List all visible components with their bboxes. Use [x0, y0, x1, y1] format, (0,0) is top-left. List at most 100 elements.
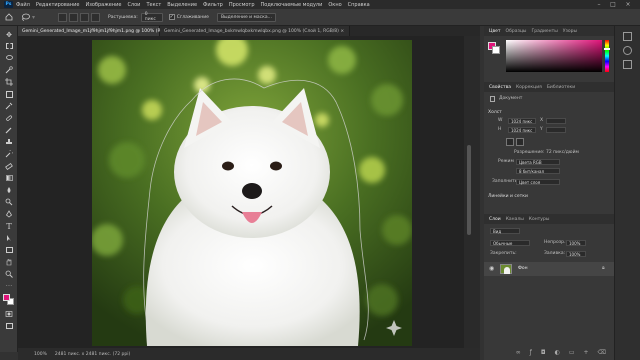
menu-edit[interactable]: Редактирование: [36, 2, 80, 8]
crop-tool-icon[interactable]: [4, 77, 14, 87]
history-panel-icon[interactable]: [623, 32, 632, 41]
tab-properties[interactable]: Свойства: [489, 85, 511, 90]
lasso-tool-icon[interactable]: [4, 53, 14, 63]
fill-opacity-input[interactable]: 100%: [566, 251, 586, 257]
x-label: X: [540, 118, 544, 123]
menu-view[interactable]: Просмотр: [229, 2, 255, 8]
menu-window[interactable]: Окно: [328, 2, 341, 8]
tab-channels[interactable]: Каналы: [506, 217, 524, 222]
add-mask-icon[interactable]: ◘: [541, 349, 546, 356]
subtract-selection-icon[interactable]: [80, 12, 89, 22]
hand-tool-icon[interactable]: [4, 257, 14, 267]
dropdown-chevron-icon[interactable]: ▾: [32, 14, 40, 21]
brush-tool-icon[interactable]: [4, 125, 14, 135]
menu-select[interactable]: Выделение: [167, 2, 197, 8]
quick-select-tool-icon[interactable]: [4, 65, 14, 75]
y-input[interactable]: [546, 127, 566, 133]
opacity-input[interactable]: 100%: [566, 240, 586, 246]
move-tool-icon[interactable]: ✥: [4, 30, 14, 40]
pen-tool-icon[interactable]: [4, 209, 14, 219]
frame-tool-icon[interactable]: [4, 89, 14, 99]
tab-gradients[interactable]: Градиенты: [532, 29, 558, 34]
maximize-icon[interactable]: □: [607, 0, 619, 9]
tab-swatches[interactable]: Образцы: [506, 29, 527, 34]
zoom-tool-icon[interactable]: [4, 269, 14, 279]
width-input[interactable]: 1024 пикс: [508, 118, 536, 124]
lock-label: Закрепить:: [490, 251, 517, 256]
menu-layers[interactable]: Слои: [127, 2, 140, 8]
layer-name[interactable]: Фон: [518, 266, 528, 271]
link-layers-icon[interactable]: ∞: [516, 349, 521, 356]
orientation-portrait-icon[interactable]: [506, 138, 514, 146]
adjustment-layer-icon[interactable]: ◐: [555, 349, 560, 356]
screen-mode-icon[interactable]: [4, 321, 14, 331]
menu-image[interactable]: Изображение: [85, 2, 121, 8]
menu-type[interactable]: Текст: [146, 2, 161, 8]
tab-document-1[interactable]: Gemini_Generated_Image_m1jf9hjm1jf9hjm1.…: [18, 26, 181, 36]
tab-color[interactable]: Цвет: [489, 29, 501, 34]
zoom-level[interactable]: 100%: [34, 352, 47, 357]
history-brush-tool-icon[interactable]: [4, 149, 14, 159]
lasso-tool-icon[interactable]: [18, 9, 32, 26]
eraser-tool-icon[interactable]: [4, 161, 14, 171]
hue-slider-thumb[interactable]: [604, 48, 610, 50]
tab-adjustments[interactable]: Коррекция: [516, 85, 542, 90]
visibility-eye-icon[interactable]: ◉: [489, 265, 494, 272]
mode-label: Режим: [498, 159, 514, 164]
brushes-panel-icon[interactable]: [623, 60, 632, 69]
dodge-tool-icon[interactable]: [4, 197, 14, 207]
depth-select[interactable]: 8 бит/канал: [516, 168, 560, 174]
home-icon[interactable]: [0, 9, 18, 26]
group-layers-icon[interactable]: ▭: [569, 349, 575, 356]
healing-brush-tool-icon[interactable]: [4, 113, 14, 123]
antialias-checkbox[interactable]: ✓: [168, 14, 175, 20]
fill-select[interactable]: Цвет слоя: [516, 179, 560, 185]
orientation-landscape-icon[interactable]: [516, 138, 524, 146]
layer-lock-icon: 🔒︎: [602, 265, 605, 271]
menu-help[interactable]: Справка: [348, 2, 370, 8]
tab-libraries[interactable]: Библиотеки: [547, 85, 575, 90]
path-selection-tool-icon[interactable]: [4, 233, 14, 243]
menu-file[interactable]: Файл: [16, 2, 30, 8]
foreground-color-swatch[interactable]: [3, 294, 10, 301]
color-picker-field[interactable]: [506, 40, 602, 72]
mode-select[interactable]: Цвета RGB: [516, 159, 560, 165]
menu-filter[interactable]: Фильтр: [203, 2, 223, 8]
blend-mode-select[interactable]: Обычные: [490, 240, 530, 246]
close-icon[interactable]: ×: [622, 0, 634, 9]
delete-layer-icon[interactable]: ⌫: [598, 349, 606, 356]
blur-tool-icon[interactable]: [4, 185, 14, 195]
select-mask-button[interactable]: Выделение и маска...: [216, 12, 276, 22]
guides-section-title[interactable]: Линейки и сетки: [488, 194, 528, 199]
quick-mask-icon[interactable]: [4, 309, 14, 319]
intersect-selection-icon[interactable]: [91, 12, 100, 22]
hue-slider[interactable]: [605, 40, 609, 72]
layer-kind-filter[interactable]: Вид: [490, 228, 520, 234]
tab-patterns[interactable]: Узоры: [563, 29, 577, 34]
document-image[interactable]: [92, 40, 412, 346]
canvas-section-title[interactable]: Холст: [488, 110, 502, 115]
tab-document-2[interactable]: Gemini_Generated_Image_bxkmwlqbxkmwlqbx.…: [160, 26, 350, 36]
tab-layers[interactable]: Слои: [489, 217, 501, 222]
feather-input[interactable]: 0 пикс: [140, 12, 163, 22]
tab-paths[interactable]: Контуры: [529, 217, 550, 222]
scrollbar-thumb[interactable]: [467, 145, 471, 235]
clone-stamp-tool-icon[interactable]: [4, 137, 14, 147]
more-tools-icon[interactable]: ···: [4, 281, 14, 291]
eyedropper-tool-icon[interactable]: [4, 101, 14, 111]
type-tool-icon[interactable]: T: [4, 221, 14, 231]
x-input[interactable]: [546, 118, 566, 124]
marquee-tool-icon[interactable]: [4, 41, 14, 51]
minimize-icon[interactable]: –: [593, 0, 605, 9]
new-selection-icon[interactable]: [58, 12, 67, 22]
libraries-panel-icon[interactable]: [623, 46, 632, 55]
menu-plugins[interactable]: Подключаемые модули: [261, 2, 323, 8]
add-selection-icon[interactable]: [69, 12, 78, 22]
height-input[interactable]: 1024 пикс: [508, 127, 536, 133]
layer-row[interactable]: ◉ Фон 🔒︎: [484, 262, 614, 276]
gradient-tool-icon[interactable]: [4, 173, 14, 183]
rectangle-tool-icon[interactable]: [4, 245, 14, 255]
new-layer-icon[interactable]: +: [583, 349, 588, 356]
layer-style-icon[interactable]: ƒ: [530, 349, 532, 356]
color-panel-background-swatch[interactable]: [492, 46, 500, 54]
